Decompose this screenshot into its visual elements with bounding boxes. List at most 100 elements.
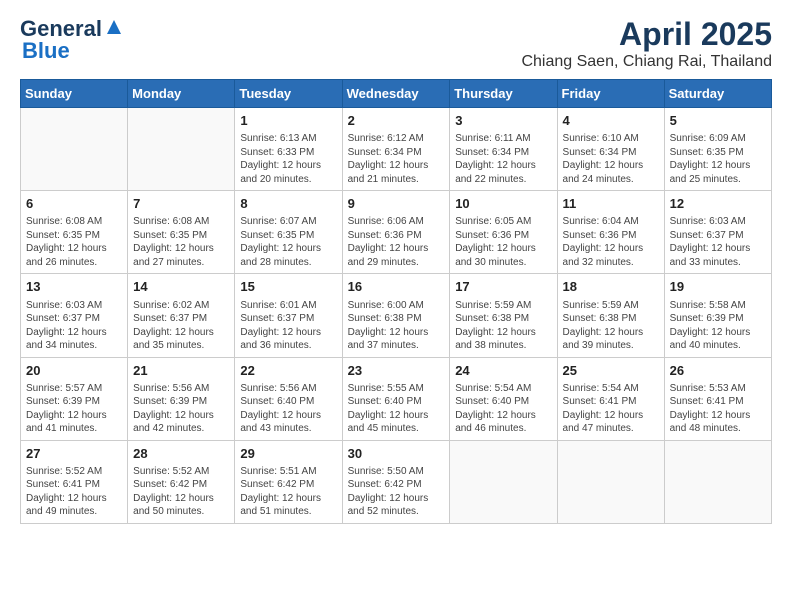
day-cell: 14 Sunrise: 6:02 AM Sunset: 6:37 PM Dayli…: [128, 274, 235, 357]
weekday-header-row: SundayMondayTuesdayWednesdayThursdayFrid…: [21, 80, 772, 108]
day-number: 28: [133, 445, 229, 463]
day-cell: 15Sunrise: 6:01 AM Sunset: 6:37 PM Dayli…: [235, 274, 342, 357]
calendar-header: SundayMondayTuesdayWednesdayThursdayFrid…: [21, 80, 772, 108]
logo-blue: Blue: [20, 38, 70, 64]
day-cell: 18Sunrise: 5:59 AM Sunset: 6:38 PM Dayli…: [557, 274, 664, 357]
day-cell: [21, 108, 128, 191]
logo: General Blue: [20, 16, 125, 64]
day-number: 21: [133, 362, 229, 380]
day-info: Sunrise: 5:54 AM Sunset: 6:40 PM Dayligh…: [455, 382, 551, 436]
day-number: 10: [455, 195, 551, 213]
day-info: Sunrise: 5:53 AM Sunset: 6:41 PM Dayligh…: [670, 382, 766, 436]
day-info: Sunrise: 6:02 AM Sunset: 6:37 PM Dayligh…: [133, 299, 229, 353]
day-info: Sunrise: 6:05 AM Sunset: 6:36 PM Dayligh…: [455, 215, 551, 269]
day-number: 6: [26, 195, 122, 213]
day-cell: 6 Sunrise: 6:08 AM Sunset: 6:35 PM Daylig…: [21, 191, 128, 274]
day-info: Sunrise: 6:04 AM Sunset: 6:36 PM Dayligh…: [563, 215, 659, 269]
day-number: 3: [455, 112, 551, 130]
logo-triangle-icon: [103, 16, 125, 38]
day-info: Sunrise: 6:13 AM Sunset: 6:33 PM Dayligh…: [240, 132, 336, 186]
day-cell: 10 Sunrise: 6:05 AM Sunset: 6:36 PM Dayli…: [450, 191, 557, 274]
day-info: Sunrise: 6:10 AM Sunset: 6:34 PM Dayligh…: [563, 132, 659, 186]
week-row-2: 6 Sunrise: 6:08 AM Sunset: 6:35 PM Daylig…: [21, 191, 772, 274]
day-number: 17: [455, 278, 551, 296]
week-row-5: 27 Sunrise: 5:52 AM Sunset: 6:41 PM Dayli…: [21, 440, 772, 523]
day-info: Sunrise: 5:51 AM Sunset: 6:42 PM Dayligh…: [240, 465, 336, 519]
week-row-4: 20 Sunrise: 5:57 AM Sunset: 6:39 PM Dayli…: [21, 357, 772, 440]
day-info: Sunrise: 6:06 AM Sunset: 6:36 PM Dayligh…: [348, 215, 445, 269]
day-number: 14: [133, 278, 229, 296]
day-number: 29: [240, 445, 336, 463]
day-cell: 27 Sunrise: 5:52 AM Sunset: 6:41 PM Dayli…: [21, 440, 128, 523]
day-cell: 23 Sunrise: 5:55 AM Sunset: 6:40 PM Dayli…: [342, 357, 450, 440]
weekday-monday: Monday: [128, 80, 235, 108]
day-cell: 20 Sunrise: 5:57 AM Sunset: 6:39 PM Dayli…: [21, 357, 128, 440]
day-cell: 5Sunrise: 6:09 AM Sunset: 6:35 PM Daylig…: [664, 108, 771, 191]
day-number: 20: [26, 362, 122, 380]
day-cell: 19Sunrise: 5:58 AM Sunset: 6:39 PM Dayli…: [664, 274, 771, 357]
day-cell: 2Sunrise: 6:12 AM Sunset: 6:34 PM Daylig…: [342, 108, 450, 191]
day-info: Sunrise: 5:56 AM Sunset: 6:40 PM Dayligh…: [240, 382, 336, 436]
day-number: 27: [26, 445, 122, 463]
day-number: 15: [240, 278, 336, 296]
day-cell: [557, 440, 664, 523]
calendar-title: April 2025: [521, 16, 772, 53]
day-info: Sunrise: 5:56 AM Sunset: 6:39 PM Dayligh…: [133, 382, 229, 436]
day-number: 5: [670, 112, 766, 130]
weekday-thursday: Thursday: [450, 80, 557, 108]
day-number: 26: [670, 362, 766, 380]
day-info: Sunrise: 6:07 AM Sunset: 6:35 PM Dayligh…: [240, 215, 336, 269]
day-number: 9: [348, 195, 445, 213]
day-cell: 3 Sunrise: 6:11 AM Sunset: 6:34 PM Daylig…: [450, 108, 557, 191]
day-cell: [128, 108, 235, 191]
day-cell: 9 Sunrise: 6:06 AM Sunset: 6:36 PM Daylig…: [342, 191, 450, 274]
day-number: 8: [240, 195, 336, 213]
day-info: Sunrise: 6:00 AM Sunset: 6:38 PM Dayligh…: [348, 299, 445, 353]
day-number: 30: [348, 445, 445, 463]
day-number: 13: [26, 278, 122, 296]
day-cell: [450, 440, 557, 523]
day-cell: 8 Sunrise: 6:07 AM Sunset: 6:35 PM Daylig…: [235, 191, 342, 274]
day-number: 2: [348, 112, 445, 130]
day-number: 12: [670, 195, 766, 213]
day-cell: 25 Sunrise: 5:54 AM Sunset: 6:41 PM Dayli…: [557, 357, 664, 440]
day-cell: 4 Sunrise: 6:10 AM Sunset: 6:34 PM Daylig…: [557, 108, 664, 191]
weekday-sunday: Sunday: [21, 80, 128, 108]
day-number: 25: [563, 362, 659, 380]
weekday-tuesday: Tuesday: [235, 80, 342, 108]
day-info: Sunrise: 6:08 AM Sunset: 6:35 PM Dayligh…: [133, 215, 229, 269]
day-info: Sunrise: 5:52 AM Sunset: 6:42 PM Dayligh…: [133, 465, 229, 519]
day-number: 11: [563, 195, 659, 213]
calendar-body: 1 Sunrise: 6:13 AM Sunset: 6:33 PM Daylig…: [21, 108, 772, 524]
weekday-wednesday: Wednesday: [342, 80, 450, 108]
day-cell: 11 Sunrise: 6:04 AM Sunset: 6:36 PM Dayli…: [557, 191, 664, 274]
day-cell: 28 Sunrise: 5:52 AM Sunset: 6:42 PM Dayli…: [128, 440, 235, 523]
day-info: Sunrise: 5:59 AM Sunset: 6:38 PM Dayligh…: [563, 299, 659, 353]
day-number: 16: [348, 278, 445, 296]
weekday-saturday: Saturday: [664, 80, 771, 108]
calendar-table: SundayMondayTuesdayWednesdayThursdayFrid…: [20, 79, 772, 524]
day-cell: 21 Sunrise: 5:56 AM Sunset: 6:39 PM Dayli…: [128, 357, 235, 440]
day-cell: 17Sunrise: 5:59 AM Sunset: 6:38 PM Dayli…: [450, 274, 557, 357]
day-info: Sunrise: 6:11 AM Sunset: 6:34 PM Dayligh…: [455, 132, 551, 186]
day-number: 7: [133, 195, 229, 213]
day-cell: 1 Sunrise: 6:13 AM Sunset: 6:33 PM Daylig…: [235, 108, 342, 191]
day-cell: 16 Sunrise: 6:00 AM Sunset: 6:38 PM Dayli…: [342, 274, 450, 357]
day-number: 23: [348, 362, 445, 380]
day-cell: 26 Sunrise: 5:53 AM Sunset: 6:41 PM Dayli…: [664, 357, 771, 440]
title-block: April 2025 Chiang Saen, Chiang Rai, Thai…: [521, 16, 772, 71]
day-info: Sunrise: 6:08 AM Sunset: 6:35 PM Dayligh…: [26, 215, 122, 269]
day-cell: 12Sunrise: 6:03 AM Sunset: 6:37 PM Dayli…: [664, 191, 771, 274]
day-info: Sunrise: 5:52 AM Sunset: 6:41 PM Dayligh…: [26, 465, 122, 519]
page-header: General Blue April 2025 Chiang Saen, Chi…: [20, 16, 772, 71]
day-info: Sunrise: 5:57 AM Sunset: 6:39 PM Dayligh…: [26, 382, 122, 436]
day-number: 19: [670, 278, 766, 296]
day-info: Sunrise: 5:50 AM Sunset: 6:42 PM Dayligh…: [348, 465, 445, 519]
day-number: 24: [455, 362, 551, 380]
day-number: 1: [240, 112, 336, 130]
day-cell: [664, 440, 771, 523]
day-info: Sunrise: 5:54 AM Sunset: 6:41 PM Dayligh…: [563, 382, 659, 436]
day-number: 4: [563, 112, 659, 130]
day-info: Sunrise: 5:55 AM Sunset: 6:40 PM Dayligh…: [348, 382, 445, 436]
weekday-friday: Friday: [557, 80, 664, 108]
